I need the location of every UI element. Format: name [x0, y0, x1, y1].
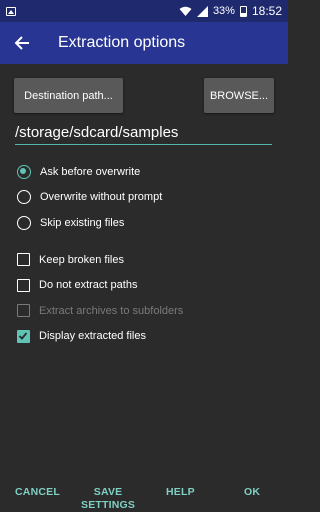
radio-button[interactable] — [17, 215, 31, 230]
option-label: Do not extract paths — [39, 279, 138, 292]
option-label: Keep broken files — [39, 253, 124, 266]
save-settings-label-line2: SETTINGS — [81, 499, 136, 511]
ok-button[interactable]: OK — [244, 486, 260, 499]
extraction-options-group: Keep broken files Do not extract paths E… — [17, 247, 183, 349]
page-title: Extraction options — [58, 34, 186, 51]
radio-ask-before-overwrite[interactable]: Ask before overwrite — [17, 159, 162, 185]
checkbox[interactable] — [17, 278, 30, 292]
browse-button[interactable]: BROWSE... — [204, 78, 274, 113]
checkbox — [17, 304, 30, 318]
image-notification-icon — [6, 6, 16, 16]
checkbox[interactable] — [17, 253, 30, 267]
destination-path-button[interactable]: Destination path... — [14, 78, 123, 113]
radio-button[interactable] — [17, 164, 31, 179]
option-label: Display extracted files — [39, 330, 146, 343]
destination-row: Destination path... BROWSE... — [14, 78, 274, 113]
save-settings-label-line1: SAVE — [93, 486, 123, 498]
checkbox-keep-broken-files[interactable]: Keep broken files — [17, 247, 183, 273]
battery-icon — [239, 5, 247, 17]
app-bar: Extraction options — [0, 22, 288, 64]
signal-icon — [196, 5, 208, 17]
dialog-actions: CANCEL SAVE SETTINGS HELP OK — [0, 478, 288, 512]
checkbox[interactable] — [17, 329, 30, 343]
wifi-icon — [179, 6, 192, 16]
help-button[interactable]: HELP — [166, 486, 195, 499]
checkmark-icon — [18, 332, 28, 340]
option-label: Skip existing files — [40, 216, 125, 229]
checkbox-extract-to-subfolders: Extract archives to subfolders — [17, 298, 183, 324]
back-button[interactable] — [0, 22, 44, 64]
battery-percent: 33% — [212, 5, 235, 17]
clock: 18:52 — [251, 4, 282, 18]
option-label: Extract archives to subfolders — [39, 304, 184, 317]
save-settings-button[interactable]: SAVE SETTINGS — [81, 486, 135, 512]
radio-skip-existing-files[interactable]: Skip existing files — [17, 210, 162, 236]
status-bar: 33% 18:52 — [0, 0, 288, 22]
checkbox-do-not-extract-paths[interactable]: Do not extract paths — [17, 273, 183, 299]
option-label: Overwrite without prompt — [40, 191, 163, 204]
cancel-button[interactable]: CANCEL — [15, 486, 60, 499]
checkbox-display-extracted-files[interactable]: Display extracted files — [17, 324, 183, 350]
overwrite-mode-group: Ask before overwrite Overwrite without p… — [17, 159, 162, 236]
arrow-back-icon — [14, 36, 29, 50]
option-label: Ask before overwrite — [40, 165, 141, 178]
destination-path-input[interactable]: /storage/sdcard/samples — [15, 119, 272, 145]
radio-button[interactable] — [17, 190, 31, 205]
radio-overwrite-without-prompt[interactable]: Overwrite without prompt — [17, 185, 162, 211]
